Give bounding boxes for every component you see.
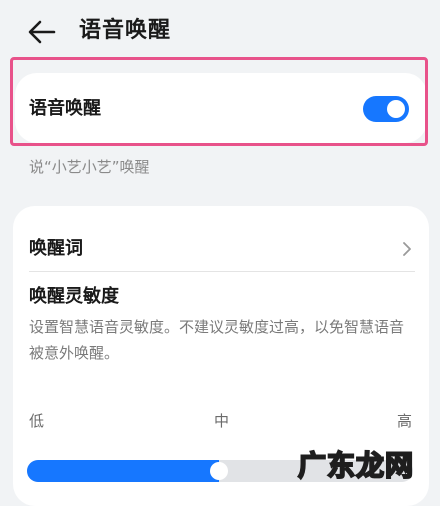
- chevron-right-icon: [403, 242, 411, 256]
- voice-wake-card: 语音唤醒: [15, 73, 427, 143]
- voice-wake-toggle[interactable]: [363, 96, 409, 122]
- voice-wake-label: 语音唤醒: [29, 98, 101, 119]
- page-title: 语音唤醒: [79, 18, 172, 43]
- slider-fill: [27, 460, 219, 482]
- wake-phrase-hint: 说“小艺小艺”唤醒: [29, 158, 150, 176]
- wake-word-row[interactable]: 唤醒词: [13, 224, 429, 274]
- tick-high: 高: [397, 412, 413, 430]
- wake-word-label: 唤醒词: [29, 238, 83, 259]
- sensitivity-description: 设置智慧语音灵敏度。不建议灵敏度过高，以免智慧语音被意外唤醒。: [29, 318, 405, 362]
- slider-thumb[interactable]: [210, 462, 228, 480]
- tick-mid: 中: [214, 412, 230, 430]
- back-button[interactable]: [24, 14, 60, 50]
- divider: [29, 271, 415, 272]
- sensitivity-title: 唤醒灵敏度: [29, 286, 119, 307]
- header: 语音唤醒: [0, 0, 440, 62]
- watermark: 广东龙网: [297, 448, 415, 483]
- toggle-knob: [387, 100, 405, 118]
- arrow-left-icon: [28, 20, 56, 44]
- tick-low: 低: [29, 412, 45, 430]
